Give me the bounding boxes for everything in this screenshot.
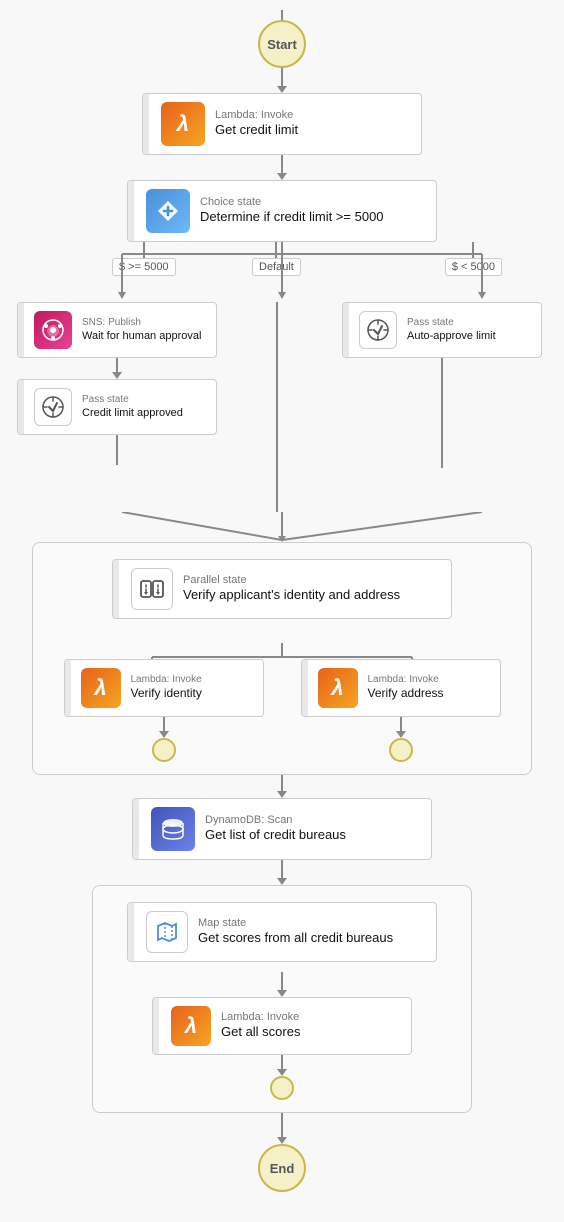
lambda2-icon: λ: [94, 677, 106, 699]
lambda3-title: Lambda: Invoke: [368, 674, 444, 686]
end-node: End: [258, 1144, 306, 1192]
lambda4-card[interactable]: λ Lambda: Invoke Get all scores: [152, 997, 412, 1055]
lambda2-title: Lambda: Invoke: [131, 674, 202, 686]
left-bar: [133, 799, 139, 859]
start-node: Start: [258, 20, 306, 68]
pass1-label: Credit limit approved: [82, 406, 183, 420]
connector: [281, 155, 283, 173]
arrow: [277, 173, 287, 180]
left-bar: [113, 560, 119, 618]
map1-title: Map state: [198, 917, 393, 930]
parallel1-label: Verify applicant's identity and address: [183, 587, 400, 604]
pass2-card[interactable]: Pass state Auto-approve limit: [342, 302, 542, 358]
choice-icon-box: [146, 189, 190, 233]
lambda3-icon-box: λ: [318, 668, 358, 708]
lambda-icon-box: λ: [161, 102, 205, 146]
center-line: [276, 302, 278, 512]
arrow: [277, 878, 287, 885]
arrow: [277, 1069, 287, 1076]
arrow: [277, 990, 287, 997]
pass1-card[interactable]: Pass state Credit limit approved: [17, 379, 217, 435]
end-circle-left: [152, 738, 176, 762]
connector: [281, 860, 283, 878]
pass2-label: Auto-approve limit: [407, 329, 496, 343]
sns-icon-box: [34, 311, 72, 349]
lambda4-title: Lambda: Invoke: [221, 1011, 300, 1024]
dynamo1-label: Get list of credit bureaus: [205, 827, 346, 844]
sns1-title: SNS: Publish: [82, 317, 201, 329]
connector: [281, 1113, 283, 1137]
arrow: [277, 1137, 287, 1144]
parallel-icon-box: [131, 568, 173, 610]
arrow: [277, 86, 287, 93]
lambda1-title: Lambda: Invoke: [215, 109, 298, 122]
pass2-icon: [365, 317, 391, 343]
map-icon: [153, 918, 181, 946]
parallel-container: Parallel state Verify applicant's identi…: [32, 542, 532, 775]
lambda-get-credit-card[interactable]: λ Lambda: Invoke Get credit limit: [142, 93, 422, 155]
connector: [281, 972, 283, 990]
pass1-icon-box: [34, 388, 72, 426]
lambda-icon: λ: [177, 113, 189, 135]
dynamo-icon-box: [151, 807, 195, 851]
arrow: [112, 372, 122, 379]
left-bar: [18, 380, 24, 434]
map-container: Map state Get scores from all credit bur…: [92, 885, 472, 1113]
dynamo1-title: DynamoDB: Scan: [205, 814, 346, 827]
lambda1-label: Get credit limit: [215, 122, 298, 139]
choice-card[interactable]: Choice state Determine if credit limit >…: [127, 180, 437, 242]
connector-down-left: [116, 435, 118, 465]
left-bar: [153, 998, 159, 1054]
lambda2-card[interactable]: λ Lambda: Invoke Verify identity: [64, 659, 264, 717]
pass2-icon-box: [359, 311, 397, 349]
parallel-card[interactable]: Parallel state Verify applicant's identi…: [112, 559, 452, 619]
left-bar: [65, 660, 71, 716]
parallel1-title: Parallel state: [183, 574, 400, 587]
choice-icon: [154, 197, 182, 225]
map-end-circle: [270, 1076, 294, 1100]
left-bar: [302, 660, 308, 716]
lambda3-label: Verify address: [368, 686, 444, 702]
arrow: [277, 791, 287, 798]
pass2-title: Pass state: [407, 317, 496, 329]
connector-down-right: [441, 358, 443, 468]
start-label: Start: [267, 37, 297, 52]
left-bar: [128, 181, 134, 241]
lambda2-icon-box: λ: [81, 668, 121, 708]
arrow: [159, 731, 169, 738]
connector: [281, 1055, 283, 1069]
choice1-title: Choice state: [200, 196, 384, 209]
lambda4-icon-box: λ: [171, 1006, 211, 1046]
arrow: [396, 731, 406, 738]
left-bar: [143, 94, 149, 154]
lambda3-icon: λ: [331, 677, 343, 699]
lambda4-label: Get all scores: [221, 1024, 300, 1041]
dynamo-card[interactable]: DynamoDB: Scan Get list of credit bureau…: [132, 798, 432, 860]
sns1-label: Wait for human approval: [82, 329, 201, 343]
parallel-icon: [138, 575, 166, 603]
end-label: End: [270, 1161, 295, 1176]
end-circle-right: [389, 738, 413, 762]
lambda3-card[interactable]: λ Lambda: Invoke Verify address: [301, 659, 501, 717]
sns-card[interactable]: SNS: Publish Wait for human approval: [17, 302, 217, 358]
left-branch: SNS: Publish Wait for human approval: [32, 302, 202, 465]
map1-label: Get scores from all credit bureaus: [198, 930, 393, 947]
choice1-label: Determine if credit limit >= 5000: [200, 209, 384, 226]
pass1-title: Pass state: [82, 394, 183, 406]
map-icon-box: [146, 911, 188, 953]
map-card[interactable]: Map state Get scores from all credit bur…: [127, 902, 437, 962]
pass-icon: [40, 394, 66, 420]
merge-lines: [22, 512, 542, 542]
lambda4-icon: λ: [185, 1015, 197, 1037]
right-branch: Pass state Auto-approve limit: [352, 302, 532, 468]
connector: [281, 68, 283, 86]
left-bar: [18, 303, 24, 357]
left-bar: [128, 903, 134, 961]
lambda2-label: Verify identity: [131, 686, 202, 702]
sns-icon: [41, 318, 65, 342]
dynamo-icon: [159, 815, 187, 843]
left-bar: [343, 303, 349, 357]
branch-lines: [22, 242, 542, 302]
